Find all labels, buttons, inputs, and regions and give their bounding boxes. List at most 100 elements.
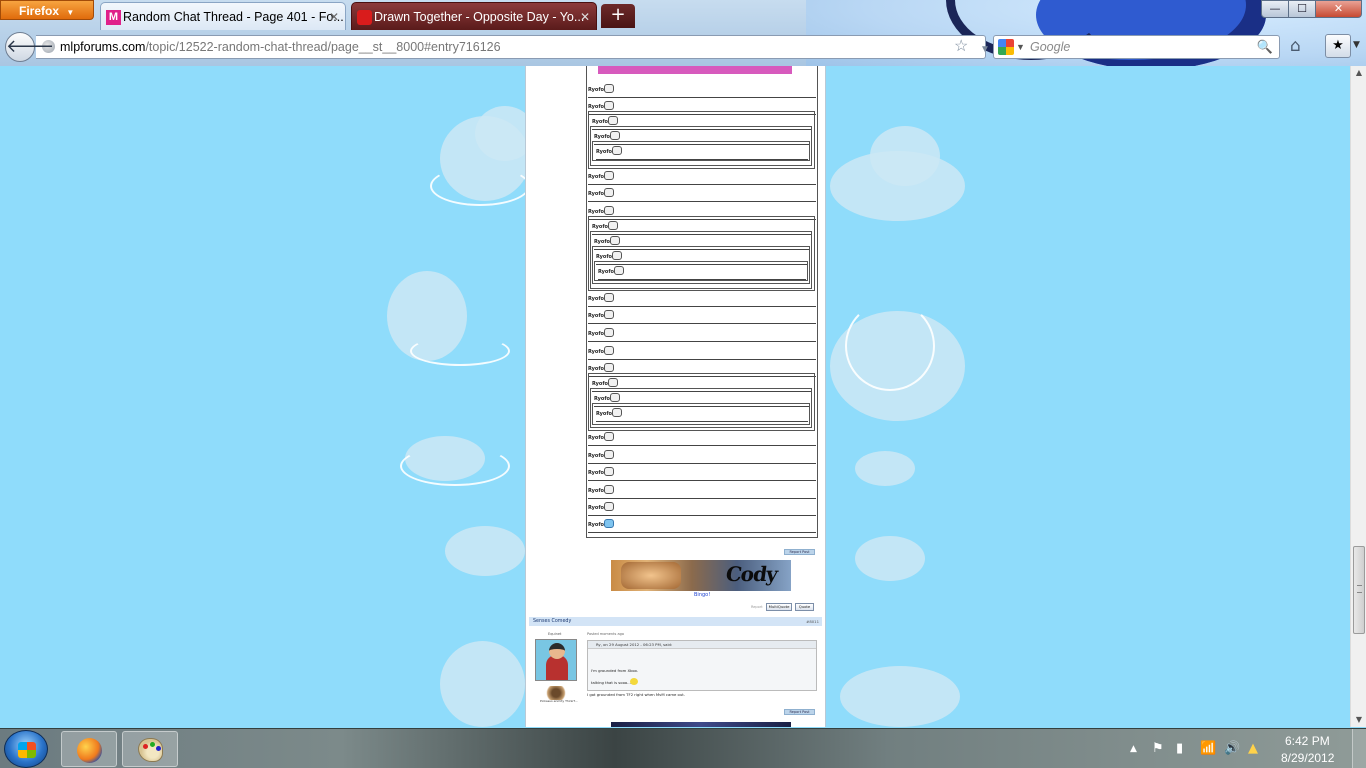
quote-button[interactable]: Quote bbox=[795, 603, 814, 611]
scrollbar-grip bbox=[1357, 585, 1362, 593]
clock-time[interactable]: 6:42 PM bbox=[1285, 734, 1330, 748]
close-tab-icon[interactable]: ✕ bbox=[329, 3, 339, 30]
bookmarks-menu-button[interactable]: ★ bbox=[1325, 34, 1351, 58]
quoted-signature-strip bbox=[598, 66, 792, 74]
url-history-dropdown-icon[interactable]: ▼ bbox=[980, 39, 990, 61]
nested-quote-box bbox=[594, 261, 808, 281]
background-cloud bbox=[855, 536, 925, 581]
show-hidden-icons-icon[interactable]: ▲ bbox=[1130, 744, 1137, 754]
post-actions: MultiQuote Quote bbox=[766, 603, 818, 611]
quote-divider bbox=[588, 201, 816, 202]
new-tab-button[interactable]: + bbox=[601, 4, 635, 28]
action-center-flag-icon[interactable]: ⚑ bbox=[1152, 741, 1164, 756]
forum-content-column: Ryofox Ryofox Ryofox Ryofox Ryofox Ryofox Ryof… bbox=[525, 66, 826, 727]
view-post-icon[interactable] bbox=[604, 293, 614, 302]
post-author-name[interactable]: Senses Comedy bbox=[533, 619, 571, 624]
url-domain: mlpforums.com bbox=[60, 40, 146, 54]
view-post-icon[interactable] bbox=[604, 485, 614, 494]
start-button[interactable] bbox=[4, 730, 48, 768]
palette-dot bbox=[150, 742, 155, 747]
multiquote-button[interactable]: MultiQuote bbox=[766, 603, 792, 611]
view-post-icon[interactable] bbox=[604, 328, 614, 337]
firefox-icon bbox=[77, 738, 102, 763]
view-post-icon[interactable] bbox=[604, 101, 614, 110]
view-post-icon[interactable] bbox=[604, 519, 614, 528]
view-post-icon[interactable] bbox=[604, 84, 614, 93]
scrollbar-thumb[interactable] bbox=[1353, 546, 1365, 634]
background-cloud bbox=[840, 666, 960, 727]
smiley-icon bbox=[630, 678, 638, 685]
nested-quote-box bbox=[592, 141, 810, 161]
report-post-button[interactable]: Report Post bbox=[784, 549, 815, 555]
windows-logo-icon bbox=[18, 742, 36, 758]
back-button[interactable]: 🡐 bbox=[5, 32, 54, 62]
view-post-icon[interactable] bbox=[604, 467, 614, 476]
post-number[interactable]: #8011 bbox=[806, 617, 819, 626]
firefox-menu-button[interactable]: Firefox ▼ bbox=[0, 0, 94, 20]
url-bar[interactable]: mlpforums.com/topic/12522-random-chat-th… bbox=[36, 35, 1013, 59]
browser-chrome: Firefox ▼ M Random Chat Thread - Page 40… bbox=[0, 0, 1366, 66]
avatar-figure-head bbox=[549, 643, 565, 659]
nested-quote-post-body: Ryofox Ryofox Ryofox Ryofox Ryofox Ryofox Ryof… bbox=[586, 66, 818, 538]
magnifier-icon[interactable]: 🔍 bbox=[1257, 36, 1273, 58]
page-scrollbar[interactable]: ▲ ▼ bbox=[1350, 66, 1366, 727]
chevron-down-icon: ▼ bbox=[66, 8, 75, 17]
view-post-icon[interactable] bbox=[604, 502, 614, 511]
quote-divider bbox=[588, 306, 816, 307]
quote-divider bbox=[588, 480, 816, 481]
show-desktop-button[interactable] bbox=[1352, 729, 1366, 768]
power-icon[interactable]: ▮ bbox=[1176, 741, 1183, 756]
search-input[interactable]: ▼ Google 🔍 bbox=[993, 35, 1280, 59]
view-post-icon[interactable] bbox=[604, 346, 614, 355]
view-post-icon[interactable] bbox=[604, 450, 614, 459]
clock-date[interactable]: 8/29/2012 bbox=[1281, 751, 1334, 765]
volume-icon[interactable]: 🔊 bbox=[1224, 741, 1240, 756]
window-maximize-button[interactable]: ☐ bbox=[1288, 0, 1316, 18]
view-post-icon[interactable] bbox=[604, 188, 614, 197]
background-cloud bbox=[440, 641, 525, 727]
network-signal-icon[interactable]: 📶 bbox=[1200, 741, 1216, 756]
view-post-icon[interactable] bbox=[604, 432, 614, 441]
report-link[interactable]: Report bbox=[751, 605, 763, 609]
bookmark-star-icon[interactable]: ☆ bbox=[954, 36, 968, 58]
google-drive-icon[interactable]: ▲ bbox=[1248, 741, 1258, 756]
view-post-icon[interactable] bbox=[604, 363, 614, 372]
quote-divider bbox=[588, 532, 816, 533]
close-tab-icon[interactable]: ✕ bbox=[580, 3, 590, 30]
view-post-icon[interactable] bbox=[604, 171, 614, 180]
view-post-icon[interactable] bbox=[604, 310, 614, 319]
mlp-forums-favicon-icon: M bbox=[106, 10, 121, 25]
window-minimize-button[interactable]: — bbox=[1261, 0, 1289, 18]
signature-banner-image bbox=[611, 722, 791, 727]
google-icon[interactable] bbox=[998, 39, 1014, 55]
signature-banner-image: Cody bbox=[611, 560, 791, 591]
signature-link[interactable]: Bingo! bbox=[694, 592, 710, 598]
cloud-swirl bbox=[430, 166, 530, 206]
bookmarks-dropdown-icon[interactable]: ▼ bbox=[1353, 40, 1360, 50]
member-rank: Equinet bbox=[548, 632, 562, 636]
home-icon[interactable]: ⌂ bbox=[1290, 36, 1301, 56]
tab-title: Random Chat Thread - Page 401 - Fo... bbox=[123, 10, 344, 24]
tab-title: Drawn Together - Opposite Day - Yo... bbox=[374, 10, 585, 24]
tab-random-chat-thread[interactable]: M Random Chat Thread - Page 401 - Fo... … bbox=[100, 2, 346, 30]
cloud-swirl bbox=[400, 446, 510, 486]
search-engine-dropdown-icon[interactable]: ▼ bbox=[1016, 36, 1025, 58]
taskbar-item-paint[interactable] bbox=[122, 731, 178, 767]
taskbar-item-firefox[interactable] bbox=[61, 731, 117, 767]
tab-drawn-together[interactable]: Drawn Together - Opposite Day - Yo... ✕ bbox=[351, 2, 597, 30]
post-timestamp: Posted moments ago bbox=[587, 632, 624, 636]
background-cloud bbox=[445, 526, 525, 576]
scroll-down-arrow-icon[interactable]: ▼ bbox=[1352, 713, 1366, 727]
view-post-icon[interactable] bbox=[604, 206, 614, 215]
background-cloud bbox=[855, 451, 915, 486]
window-close-button[interactable]: ✕ bbox=[1315, 0, 1362, 18]
windows-taskbar: ▲ ⚑ ▮ 📶 🔊 ▲ 6:42 PM 8/29/2012 bbox=[0, 728, 1366, 768]
quote-divider bbox=[588, 498, 816, 499]
quote-divider bbox=[588, 359, 816, 360]
report-post-button[interactable]: Report Post bbox=[784, 709, 815, 715]
scroll-up-arrow-icon[interactable]: ▲ bbox=[1352, 66, 1366, 80]
post-reply-text: I got grounded from TF2 right when MvM c… bbox=[587, 692, 685, 697]
avatar[interactable] bbox=[535, 639, 577, 681]
signature-character-face bbox=[621, 562, 681, 589]
firefox-menu-label: Firefox bbox=[19, 4, 60, 18]
